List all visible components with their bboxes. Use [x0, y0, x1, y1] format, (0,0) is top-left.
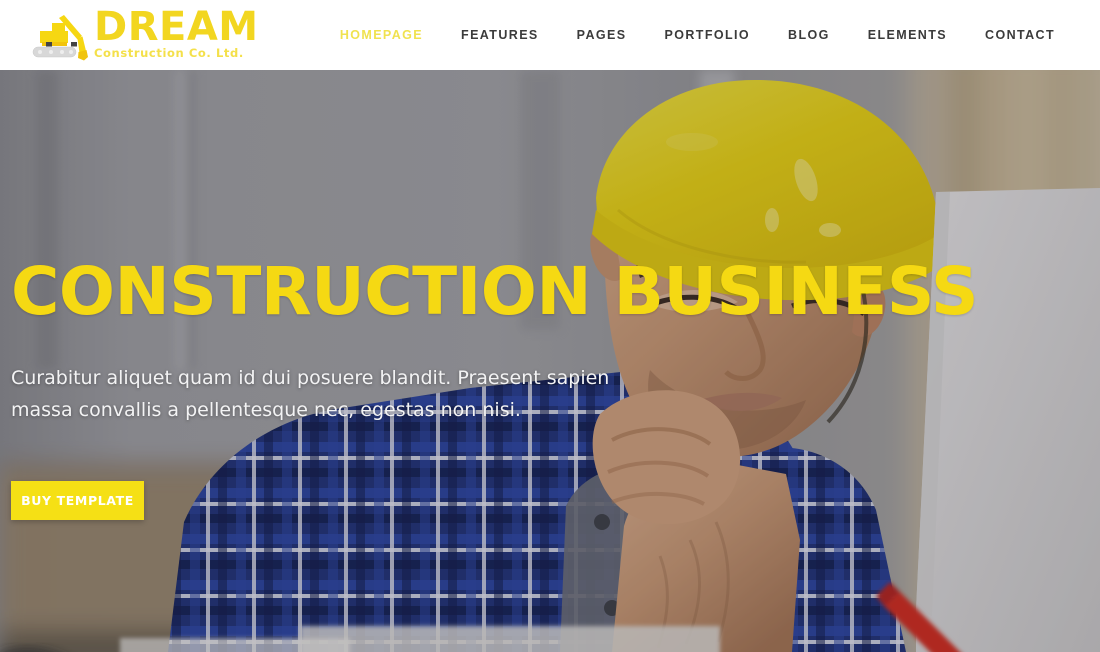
hero-content: Construction Business Curabitur aliquet …	[0, 70, 1100, 652]
nav-item-blog[interactable]: BLOG	[769, 0, 849, 70]
homepage-root: DREAM Construction Co. Ltd. HOMEPAGE FEA…	[0, 0, 1100, 652]
excavator-icon	[32, 15, 88, 61]
hero-banner: Construction Business Curabitur aliquet …	[0, 70, 1100, 652]
hero-subtitle: Curabitur aliquet quam id dui posuere bl…	[11, 367, 610, 421]
hero-title: Construction Business	[11, 253, 979, 330]
logo-text: DREAM Construction Co. Ltd.	[94, 4, 259, 62]
nav-item-pages[interactable]: PAGES	[558, 0, 646, 70]
nav-item-portfolio[interactable]: PORTFOLIO	[646, 0, 770, 70]
site-logo[interactable]: DREAM Construction Co. Ltd.	[28, 4, 259, 62]
nav-item-contact[interactable]: CONTACT	[966, 0, 1074, 70]
nav-item-features[interactable]: FEATURES	[442, 0, 558, 70]
logo-tagline: Construction Co. Ltd.	[94, 46, 244, 60]
logo-title: DREAM	[94, 4, 259, 50]
nav-item-elements[interactable]: ELEMENTS	[849, 0, 966, 70]
nav-item-homepage[interactable]: HOMEPAGE	[321, 0, 442, 70]
main-navigation: HOMEPAGE FEATURES PAGES PORTFOLIO BLOG E…	[321, 0, 1074, 70]
buy-template-button[interactable]: Buy Template	[11, 481, 144, 520]
site-header: DREAM Construction Co. Ltd. HOMEPAGE FEA…	[0, 0, 1100, 70]
